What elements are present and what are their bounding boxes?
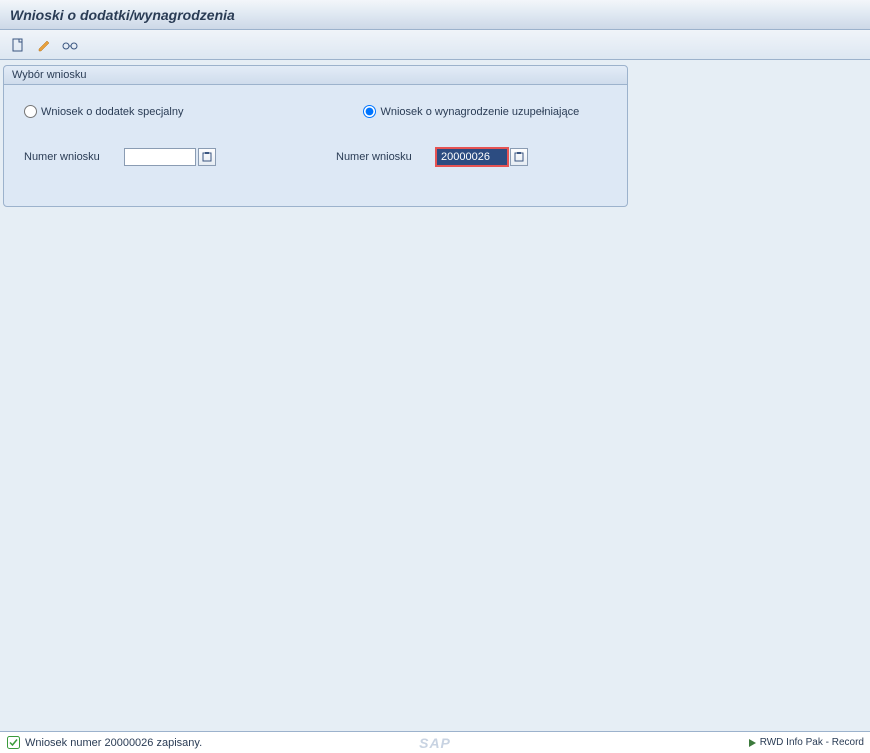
radio-label-dodatek: Wniosek o dodatek specjalny	[41, 106, 183, 118]
play-icon	[747, 738, 757, 748]
radio-dodatek-specjalny[interactable]: Wniosek o dodatek specjalny	[24, 105, 183, 118]
numer-wniosku-input-2[interactable]	[436, 148, 508, 166]
pencil-icon[interactable]	[36, 37, 52, 53]
search-help-button-2[interactable]	[510, 148, 528, 166]
label-numer-wniosku-2: Numer wniosku	[336, 151, 426, 163]
radio-row: Wniosek o dodatek specjalny Wniosek o wy…	[19, 105, 612, 118]
glasses-icon[interactable]	[62, 37, 78, 53]
status-left: Wniosek numer 20000026 zapisany.	[6, 736, 202, 750]
radio-wynagrodzenie-uzupelniajace[interactable]: Wniosek o wynagrodzenie uzupełniające	[363, 105, 579, 118]
input-wrap-1	[124, 148, 216, 166]
group-box-wybor-wniosku: Wybór wniosku Wniosek o dodatek specjaln…	[3, 65, 628, 207]
radio-label-wynagrodzenie: Wniosek o wynagrodzenie uzupełniające	[380, 106, 579, 118]
group-content: Wniosek o dodatek specjalny Wniosek o wy…	[4, 85, 627, 206]
input-wrap-2	[436, 148, 528, 166]
status-right-text: RWD Info Pak - Record	[760, 737, 864, 748]
group-title: Wybór wniosku	[4, 66, 627, 85]
toolbar	[0, 30, 870, 60]
status-right: RWD Info Pak - Record	[747, 737, 864, 748]
label-numer-wniosku-1: Numer wniosku	[24, 151, 114, 163]
status-message: Wniosek numer 20000026 zapisany.	[25, 737, 202, 749]
page-title: Wnioski o dodatki/wynagrodzenia	[10, 7, 235, 23]
input-group-numer2: Numer wniosku	[336, 148, 528, 166]
content-area: Wybór wniosku Wniosek o dodatek specjaln…	[0, 60, 870, 212]
success-icon	[6, 736, 20, 750]
title-bar: Wnioski o dodatki/wynagrodzenia	[0, 0, 870, 30]
input-group-numer1: Numer wniosku	[24, 148, 216, 166]
status-bar: Wniosek numer 20000026 zapisany. SAP RWD…	[0, 731, 870, 753]
search-help-button-1[interactable]	[198, 148, 216, 166]
radio-input-wynagrodzenie[interactable]	[363, 105, 376, 118]
sap-logo: SAP	[419, 735, 451, 751]
radio-input-dodatek[interactable]	[24, 105, 37, 118]
input-row: Numer wniosku Numer wniosku	[19, 148, 612, 166]
numer-wniosku-input-1[interactable]	[124, 148, 196, 166]
document-icon[interactable]	[10, 37, 26, 53]
